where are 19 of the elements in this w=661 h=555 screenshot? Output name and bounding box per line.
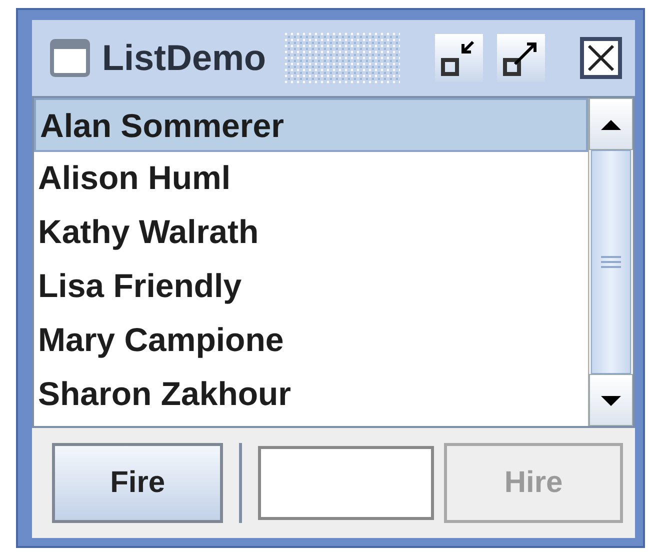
scrollbar[interactable]	[589, 98, 633, 426]
list-item[interactable]: Mary Campione	[34, 314, 588, 368]
list-item[interactable]: Sharon Zakhour	[34, 368, 588, 422]
minimize-button[interactable]	[435, 34, 483, 82]
fire-button[interactable]: Fire	[52, 443, 224, 523]
close-button[interactable]	[577, 34, 625, 82]
scroll-down-button[interactable]	[589, 374, 633, 426]
list-item[interactable]: Lisa Friendly	[34, 260, 588, 314]
window-icon	[50, 39, 90, 77]
window-title: ListDemo	[102, 37, 266, 79]
down-arrow-icon	[601, 394, 621, 406]
name-field[interactable]	[258, 446, 434, 520]
scroll-thumb[interactable]	[591, 150, 631, 374]
list-item[interactable]: Alison Huml	[34, 152, 588, 206]
up-arrow-icon	[601, 118, 621, 130]
maximize-button[interactable]	[497, 34, 545, 82]
list-item[interactable]: Alan Sommerer	[34, 98, 588, 152]
list-item[interactable]: Kathy Walrath	[34, 206, 588, 260]
scroll-up-button[interactable]	[589, 98, 633, 150]
